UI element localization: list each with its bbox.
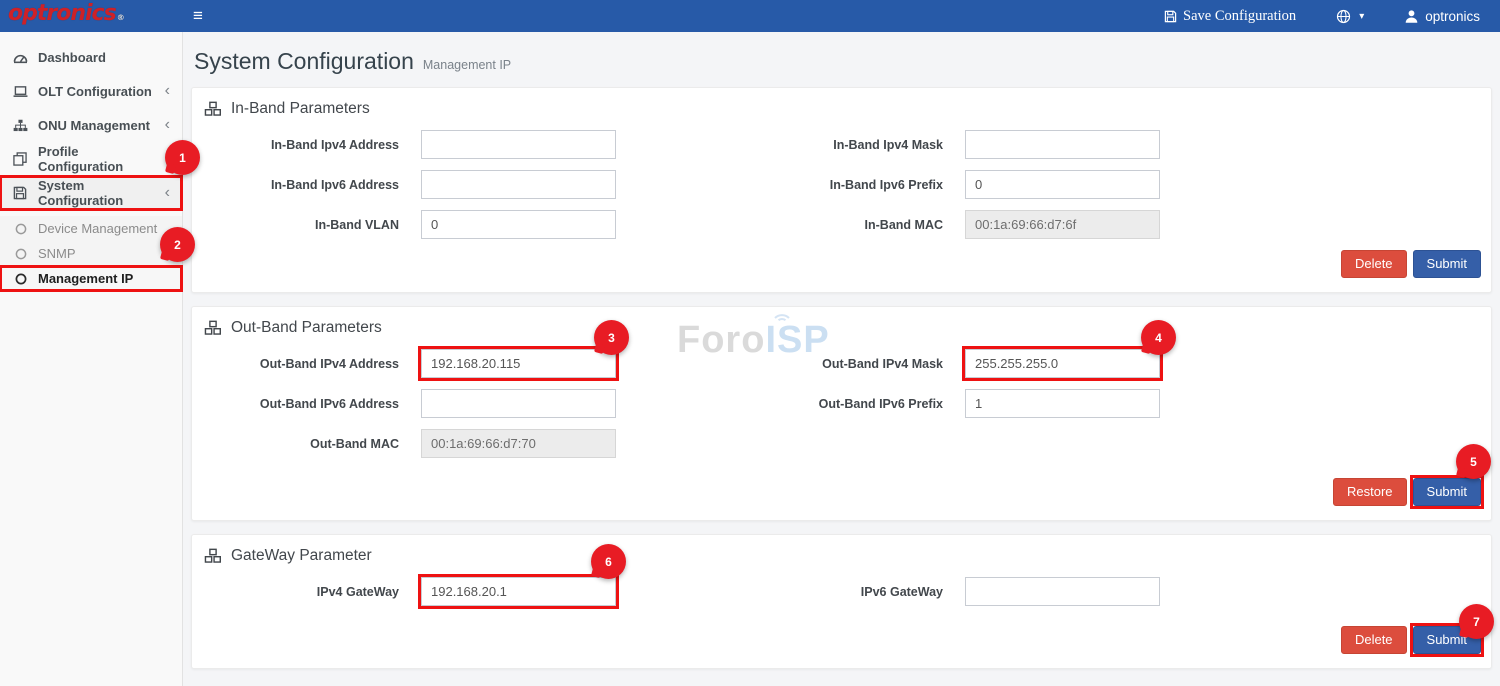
circle-o-icon: [13, 273, 29, 285]
sidebar-item-system-configuration[interactable]: System Configuration ‹: [0, 176, 182, 210]
cubes-icon: [204, 320, 222, 336]
inband-ipv6-address-label: In-Band Ipv6 Address: [202, 178, 421, 192]
inband-vlan-input[interactable]: [421, 210, 616, 239]
user-menu[interactable]: optronics: [1404, 9, 1480, 24]
sidebar-item-profile-configuration[interactable]: Profile Configuration ‹: [0, 142, 182, 176]
inband-mac-label: In-Band MAC: [616, 218, 965, 232]
gateway-actions: Delete Submit: [202, 626, 1481, 654]
form-row: In-Band Ipv4 Address In-Band Ipv4 Mask: [202, 130, 1481, 159]
annotation-step-4: 4: [1141, 320, 1176, 355]
form-row: In-Band VLAN In-Band MAC: [202, 210, 1481, 239]
outband-ipv6-address-label: Out-Band IPv6 Address: [202, 397, 421, 411]
panel-outband-title: Out-Band Parameters: [202, 315, 1481, 349]
inband-ipv4-mask-label: In-Band Ipv4 Mask: [616, 138, 965, 152]
outband-submit-button[interactable]: Submit: [1413, 478, 1481, 506]
inband-ipv4-address-label: In-Band Ipv4 Address: [202, 138, 421, 152]
cubes-icon: [204, 101, 222, 117]
inband-ipv4-mask-input[interactable]: [965, 130, 1160, 159]
panel-gateway-title: GateWay Parameter: [202, 543, 1481, 577]
top-navbar: optronics® ≡ Save Configuration ▾ optron…: [0, 0, 1500, 32]
save-icon: [12, 186, 28, 200]
highlight-box-outband-ipv4-address: [418, 346, 619, 381]
inband-ipv4-address-input[interactable]: [421, 130, 616, 159]
circle-o-icon: [13, 248, 29, 260]
annotation-step-3: 3: [594, 320, 629, 355]
sidebar-subitem-device-management[interactable]: Device Management: [0, 216, 182, 241]
outband-ipv4-mask-input[interactable]: [965, 349, 1160, 378]
laptop-icon: [12, 85, 28, 98]
globe-icon: [1336, 9, 1351, 24]
sidebar-subitem-management-ip[interactable]: Management IP: [0, 266, 182, 291]
inband-actions: Delete Submit: [202, 250, 1481, 278]
outband-ipv4-address-label: Out-Band IPv4 Address: [202, 357, 421, 371]
panel-gateway-parameter: GateWay Parameter IPv4 GateWay IPv6 Gate…: [191, 534, 1492, 669]
save-configuration-link[interactable]: Save Configuration: [1164, 8, 1296, 25]
page-header: System Configuration Management IP: [194, 48, 1492, 75]
form-row: In-Band Ipv6 Address In-Band Ipv6 Prefix: [202, 170, 1481, 199]
gateway-ipv6-input[interactable]: [965, 577, 1160, 606]
main-content: System Configuration Management IP In-Ban…: [183, 32, 1500, 686]
annotation-step-7: 7: [1459, 604, 1494, 639]
outband-mac-label: Out-Band MAC: [202, 437, 421, 451]
page-subtitle: Management IP: [423, 58, 511, 72]
outband-ipv6-prefix-label: Out-Band IPv6 Prefix: [616, 397, 965, 411]
form-row: IPv4 GateWay IPv6 GateWay: [202, 577, 1481, 606]
highlight-box-gateway-ipv4: [418, 574, 619, 609]
panel-inband-parameters: In-Band Parameters In-Band Ipv4 Address …: [191, 87, 1492, 293]
chevron-left-icon: ‹: [165, 117, 170, 133]
outband-actions: Restore Submit: [202, 478, 1481, 506]
outband-ipv6-prefix-input[interactable]: [965, 389, 1160, 418]
page-title: System Configuration: [194, 48, 414, 74]
annotation-step-6: 6: [591, 544, 626, 579]
gateway-ipv6-label: IPv6 GateWay: [616, 585, 965, 599]
gateway-delete-button[interactable]: Delete: [1341, 626, 1407, 654]
highlight-box-outband-submit: Submit: [1410, 475, 1484, 509]
gateway-ipv4-input[interactable]: [421, 577, 616, 606]
outband-restore-button[interactable]: Restore: [1333, 478, 1407, 506]
floppy-icon: [1164, 10, 1177, 23]
inband-ipv6-address-input[interactable]: [421, 170, 616, 199]
form-row: Out-Band IPv6 Address Out-Band IPv6 Pref…: [202, 389, 1481, 418]
annotation-step-2: 2: [160, 227, 195, 262]
outband-ipv4-address-input[interactable]: [421, 349, 616, 378]
language-dropdown[interactable]: ▾: [1336, 9, 1364, 24]
form-row: Out-Band MAC: [202, 429, 1481, 458]
chevron-left-icon: ‹: [165, 185, 170, 201]
inband-ipv6-prefix-input[interactable]: [965, 170, 1160, 199]
inband-ipv6-prefix-label: In-Band Ipv6 Prefix: [616, 178, 965, 192]
dashboard-icon: [12, 51, 28, 64]
highlight-box-outband-ipv4-mask: [962, 346, 1163, 381]
sidebar-item-olt-configuration[interactable]: OLT Configuration ‹: [0, 74, 182, 108]
circle-o-icon: [13, 223, 29, 235]
sidebar-item-dashboard[interactable]: Dashboard: [0, 40, 182, 74]
sidebar: Dashboard OLT Configuration ‹ ONU Manage…: [0, 32, 183, 686]
system-configuration-submenu: Device Management SNMP Management IP: [0, 216, 182, 291]
inband-mac-input: [965, 210, 1160, 239]
sidebar-item-onu-management[interactable]: ONU Management ‹: [0, 108, 182, 142]
gateway-ipv4-label: IPv4 GateWay: [202, 585, 421, 599]
panel-inband-title: In-Band Parameters: [202, 96, 1481, 130]
outband-ipv6-address-input[interactable]: [421, 389, 616, 418]
registered-mark: ®: [117, 13, 124, 22]
outband-ipv4-mask-label: Out-Band IPv4 Mask: [616, 357, 965, 371]
panel-outband-parameters: ForoISP Out-Band Parameters Out-Band IPv…: [191, 306, 1492, 521]
annotation-step-1: 1: [165, 140, 200, 175]
copy-icon: [12, 152, 28, 166]
user-icon: [1404, 9, 1419, 24]
inband-submit-button[interactable]: Submit: [1413, 250, 1481, 278]
form-row: Out-Band IPv4 Address Out-Band IPv4 Mask: [202, 349, 1481, 378]
sidebar-subitem-snmp[interactable]: SNMP: [0, 241, 182, 266]
caret-down-icon: ▾: [1359, 11, 1364, 22]
app-logo: optronics®: [0, 0, 183, 33]
chevron-left-icon: ‹: [165, 83, 170, 99]
cubes-icon: [204, 548, 222, 564]
annotation-step-5: 5: [1456, 444, 1491, 479]
outband-mac-input: [421, 429, 616, 458]
inband-vlan-label: In-Band VLAN: [202, 218, 421, 232]
navbar-right: Save Configuration ▾ optronics: [1164, 8, 1500, 25]
menu-toggle-icon[interactable]: ≡: [193, 1, 203, 31]
inband-delete-button[interactable]: Delete: [1341, 250, 1407, 278]
sitemap-icon: [12, 119, 28, 132]
